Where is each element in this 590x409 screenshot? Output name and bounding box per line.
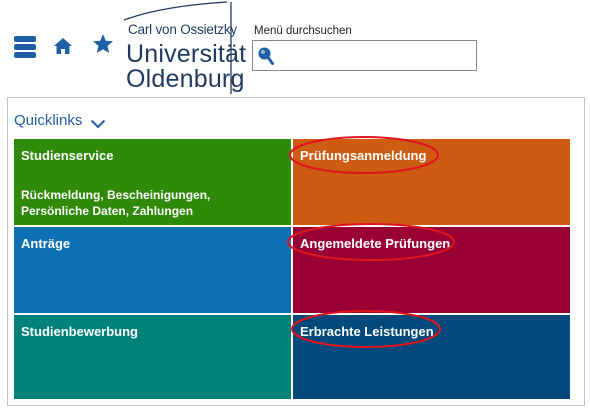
logo-text-line1: Carl von Ossietzky [128,22,237,37]
quicklinks-toggle[interactable]: Quicklinks [14,112,106,129]
tile-title: Erbrachte Leistungen [300,324,434,339]
chevron-down-icon [90,116,106,128]
tile-description: Rückmeldung, Bescheinigungen, Persönlich… [21,188,211,218]
tile-title: Studienservice [21,148,114,163]
quicklinks-title: Quicklinks [14,112,83,129]
tile-title: Prüfungsanmeldung [300,148,427,163]
tile-title: Angemeldete Prüfungen [300,236,451,251]
university-logo[interactable]: Carl von Ossietzky Universität Oldenburg [122,0,246,96]
search-icon[interactable] [257,46,275,66]
tile-angemeldete-pruefungen[interactable]: Angemeldete Prüfungen [293,227,570,313]
tile-studienservice[interactable]: Studienservice Rückmeldung, Bescheinigun… [14,139,291,225]
home-icon[interactable] [53,36,73,56]
tile-title: Studienbewerbung [21,324,138,339]
tile-erbrachte-leistungen[interactable]: Erbrachte Leistungen [293,315,570,399]
tile-title: Anträge [21,236,71,251]
header: Carl von Ossietzky Universität Oldenburg… [0,0,590,96]
menu-icon[interactable] [14,36,36,58]
tile-antraege[interactable]: Anträge [14,227,291,313]
star-icon[interactable] [91,32,115,56]
search-field[interactable] [252,40,477,71]
search-input[interactable] [277,43,473,68]
tile-studienbewerbung[interactable]: Studienbewerbung [14,315,291,399]
logo-text-line3: Oldenburg [126,65,245,93]
tile-pruefungsanmeldung[interactable]: Prüfungsanmeldung [293,139,570,225]
search-label: Menü durchsuchen [254,25,352,37]
